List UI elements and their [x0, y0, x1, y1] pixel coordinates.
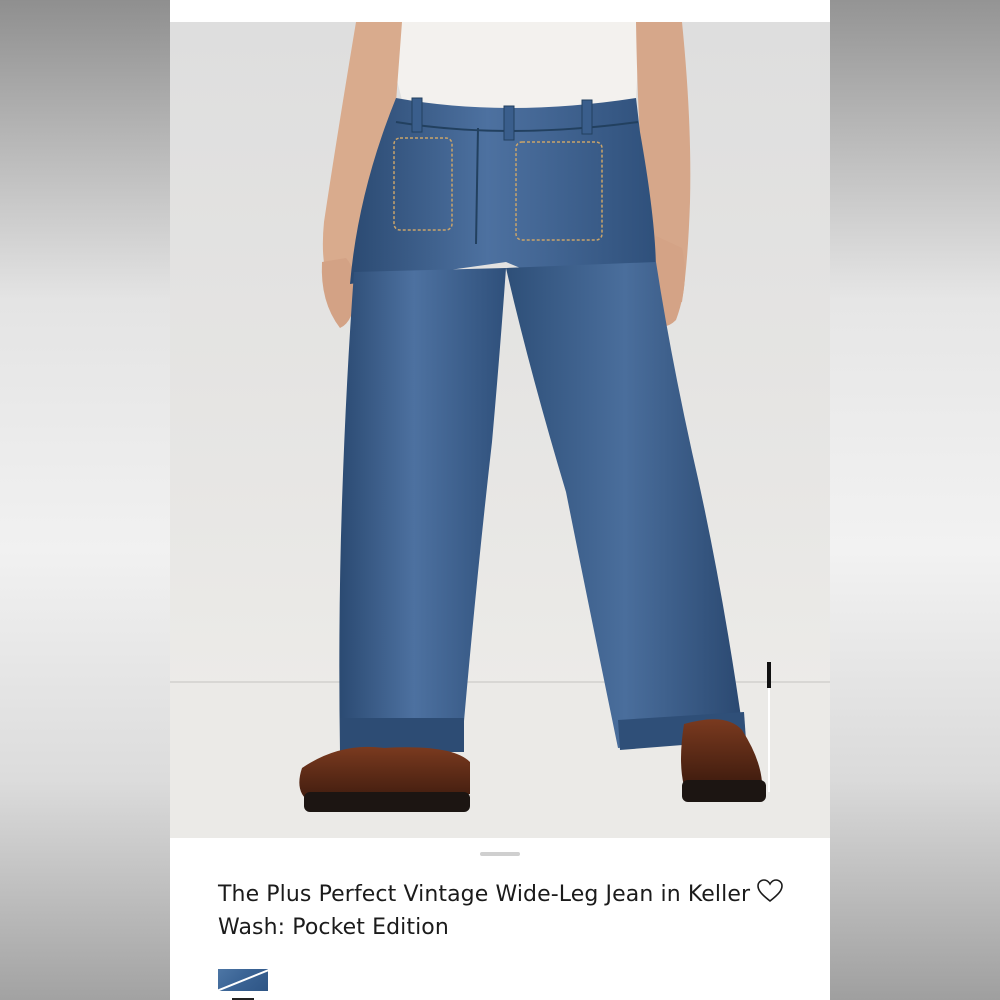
close-button[interactable]	[776, 34, 808, 66]
color-swatch-denim[interactable]	[218, 969, 268, 991]
swatch-selected-indicator	[218, 969, 268, 991]
blurred-backdrop-right	[830, 0, 1000, 1000]
image-zoom-scrubber[interactable]	[765, 662, 773, 792]
wishlist-button[interactable]	[756, 878, 784, 904]
sheet-drag-handle[interactable]	[480, 852, 520, 856]
blurred-backdrop-left	[0, 0, 170, 1000]
heart-outline-icon	[757, 879, 783, 903]
product-quickview-sheet: The Plus Perfect Vintage Wide-Leg Jean i…	[170, 0, 830, 1000]
product-details-panel: The Plus Perfect Vintage Wide-Leg Jean i…	[170, 838, 830, 1000]
zoom-scrubber-thumb[interactable]	[767, 662, 771, 688]
product-photo-illustration	[170, 22, 830, 838]
product-title: The Plus Perfect Vintage Wide-Leg Jean i…	[218, 882, 751, 940]
close-icon	[776, 34, 830, 838]
product-image[interactable]	[170, 22, 830, 838]
